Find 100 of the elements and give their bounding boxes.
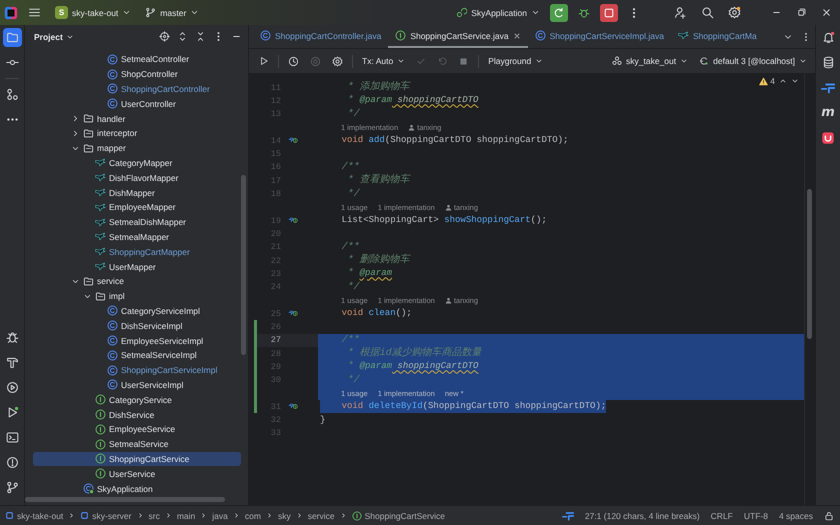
tree-item[interactable]: DishServiceImpl bbox=[33, 318, 241, 334]
bird-icon bbox=[95, 187, 106, 198]
tree-item[interactable]: service bbox=[33, 274, 241, 289]
project-tool-button[interactable] bbox=[2, 28, 22, 47]
line-separator[interactable]: CRLF bbox=[710, 510, 733, 520]
problems-icon bbox=[6, 456, 18, 469]
branch-icon bbox=[145, 7, 156, 18]
tree-item[interactable]: ShoppingCartMapper bbox=[33, 244, 241, 260]
implemented-marker-icon[interactable] bbox=[286, 136, 300, 146]
code-line: void clean(); bbox=[340, 307, 412, 320]
code-line: */ bbox=[346, 108, 360, 121]
close-icon[interactable] bbox=[512, 32, 521, 40]
run-config-icon bbox=[456, 7, 468, 18]
tree-item[interactable]: UserController bbox=[33, 96, 241, 112]
breadcrumb[interactable]: java bbox=[212, 510, 228, 520]
tree-item[interactable]: ShoppingCartServiceImpl bbox=[33, 362, 241, 378]
locate-button[interactable] bbox=[159, 31, 170, 42]
tree-item[interactable]: UserMapper bbox=[33, 259, 241, 274]
scrollbar[interactable] bbox=[25, 497, 225, 502]
class-icon bbox=[83, 483, 94, 494]
stop-button[interactable] bbox=[600, 4, 618, 22]
menu-icon bbox=[28, 6, 41, 19]
view-mode-dropdown[interactable]: Project bbox=[34, 32, 74, 42]
class-icon bbox=[107, 379, 118, 390]
implemented-marker-icon[interactable] bbox=[286, 216, 300, 226]
tree-item[interactable]: CategoryMapper bbox=[33, 156, 241, 170]
project-switcher[interactable]: S sky-take-out bbox=[51, 4, 136, 21]
breadcrumb[interactable]: service bbox=[308, 510, 335, 520]
implemented-marker-icon[interactable] bbox=[286, 309, 300, 318]
code-line: */ bbox=[346, 280, 360, 294]
bug-icon bbox=[6, 331, 18, 344]
scrollbar[interactable] bbox=[241, 175, 246, 355]
tree-item[interactable]: CategoryServiceImpl bbox=[33, 304, 241, 318]
tree-item[interactable]: ShopController bbox=[33, 66, 241, 82]
breadcrumb[interactable]: main bbox=[176, 510, 196, 520]
caret-position[interactable]: 27:1 (120 chars, 4 line breaks) bbox=[584, 510, 700, 520]
maven-button[interactable]: m bbox=[820, 104, 836, 121]
code-line: * @param shoppingCartDTO bbox=[346, 94, 478, 108]
tree-item[interactable]: CategoryService bbox=[33, 392, 241, 408]
tree-item[interactable]: DishMapper bbox=[33, 185, 241, 200]
breadcrumb[interactable]: ShoppingCartService bbox=[352, 510, 445, 520]
tree-item[interactable]: SetmealController bbox=[33, 52, 241, 67]
tree-item[interactable]: handler bbox=[33, 111, 241, 126]
editor-tab[interactable]: ShoppingCartController.java bbox=[253, 25, 388, 48]
scrollbar[interactable] bbox=[807, 189, 812, 339]
tree-item[interactable]: UserServiceImpl bbox=[33, 378, 241, 392]
tree-item[interactable]: SetmealDishMapper bbox=[33, 214, 241, 230]
file-encoding[interactable]: UTF-8 bbox=[744, 510, 768, 520]
datasource-selector[interactable]: default 3 [@localhost] bbox=[697, 54, 809, 68]
collapse-all-button[interactable] bbox=[195, 31, 206, 42]
code-line: /** bbox=[340, 240, 360, 254]
playground-selector[interactable]: Playground bbox=[486, 54, 546, 68]
settings-button[interactable] bbox=[330, 54, 345, 68]
read-only-toggle[interactable] bbox=[824, 510, 834, 520]
tree-item[interactable]: SetmealService bbox=[33, 436, 241, 452]
plugin-status-button[interactable] bbox=[562, 510, 574, 522]
tree-item[interactable]: EmployeeMapper bbox=[33, 200, 241, 215]
tree-item[interactable]: ShoppingCartController bbox=[33, 82, 241, 96]
expand-all-button[interactable] bbox=[177, 31, 188, 42]
bug-icon bbox=[578, 6, 590, 18]
schema-icon bbox=[612, 56, 622, 66]
code-line: List<ShoppingCart> showShoppingCart(); bbox=[340, 214, 547, 228]
folder-icon bbox=[83, 276, 94, 287]
tree-item[interactable]: impl bbox=[33, 288, 241, 304]
implemented-marker-icon[interactable] bbox=[286, 402, 300, 412]
editor-tab[interactable]: ShoppingCartMa bbox=[670, 25, 764, 48]
tree-item[interactable]: SkyApplication bbox=[33, 481, 241, 496]
breadcrumb[interactable]: src bbox=[148, 510, 160, 520]
tree-item[interactable]: UserService bbox=[33, 466, 241, 482]
run-icon bbox=[259, 56, 269, 66]
branch-selector[interactable]: master bbox=[141, 5, 204, 20]
breadcrumb[interactable]: sky-server bbox=[80, 510, 132, 520]
tree-item[interactable]: SetmealServiceImpl bbox=[33, 348, 241, 363]
breadcrumb[interactable]: sky bbox=[278, 510, 291, 520]
breadcrumb[interactable]: com bbox=[244, 510, 261, 520]
tree-item[interactable]: interceptor bbox=[33, 126, 241, 141]
project-badge: S bbox=[55, 6, 68, 19]
tree-item[interactable]: SetmealMapper bbox=[33, 230, 241, 244]
run-configuration-selector[interactable]: SkyApplication bbox=[452, 5, 544, 20]
datasource-icon bbox=[699, 56, 710, 66]
editor-tab[interactable]: ShoppingCartServiceImpl.java bbox=[528, 25, 671, 48]
chevron-up-icon[interactable] bbox=[779, 77, 787, 85]
tree-item[interactable]: EmployeeService bbox=[33, 422, 241, 437]
tree-item[interactable]: ShoppingCartService bbox=[33, 452, 241, 466]
tree-item[interactable]: EmployeeServiceImpl bbox=[33, 333, 241, 348]
transaction-mode-selector[interactable]: Tx: Auto bbox=[360, 54, 408, 68]
rerun-button[interactable] bbox=[550, 4, 568, 22]
tree-item[interactable]: DishFlavorMapper bbox=[33, 170, 241, 186]
class-icon bbox=[107, 364, 118, 376]
tree-item[interactable]: DishService bbox=[33, 407, 241, 422]
warnings-indicator[interactable]: 4 bbox=[759, 76, 775, 86]
app-logo[interactable] bbox=[4, 6, 18, 20]
code-line: */ bbox=[346, 374, 360, 387]
indent-setting[interactable]: 4 spaces bbox=[778, 510, 813, 520]
tree-item[interactable]: mapper bbox=[33, 140, 241, 156]
chevron-down-icon[interactable] bbox=[791, 77, 799, 85]
class-icon bbox=[534, 30, 546, 41]
breadcrumb[interactable]: sky-take-out bbox=[5, 510, 64, 520]
line-number: 27 bbox=[270, 335, 281, 346]
schema-selector[interactable]: sky_take_out bbox=[610, 54, 690, 68]
